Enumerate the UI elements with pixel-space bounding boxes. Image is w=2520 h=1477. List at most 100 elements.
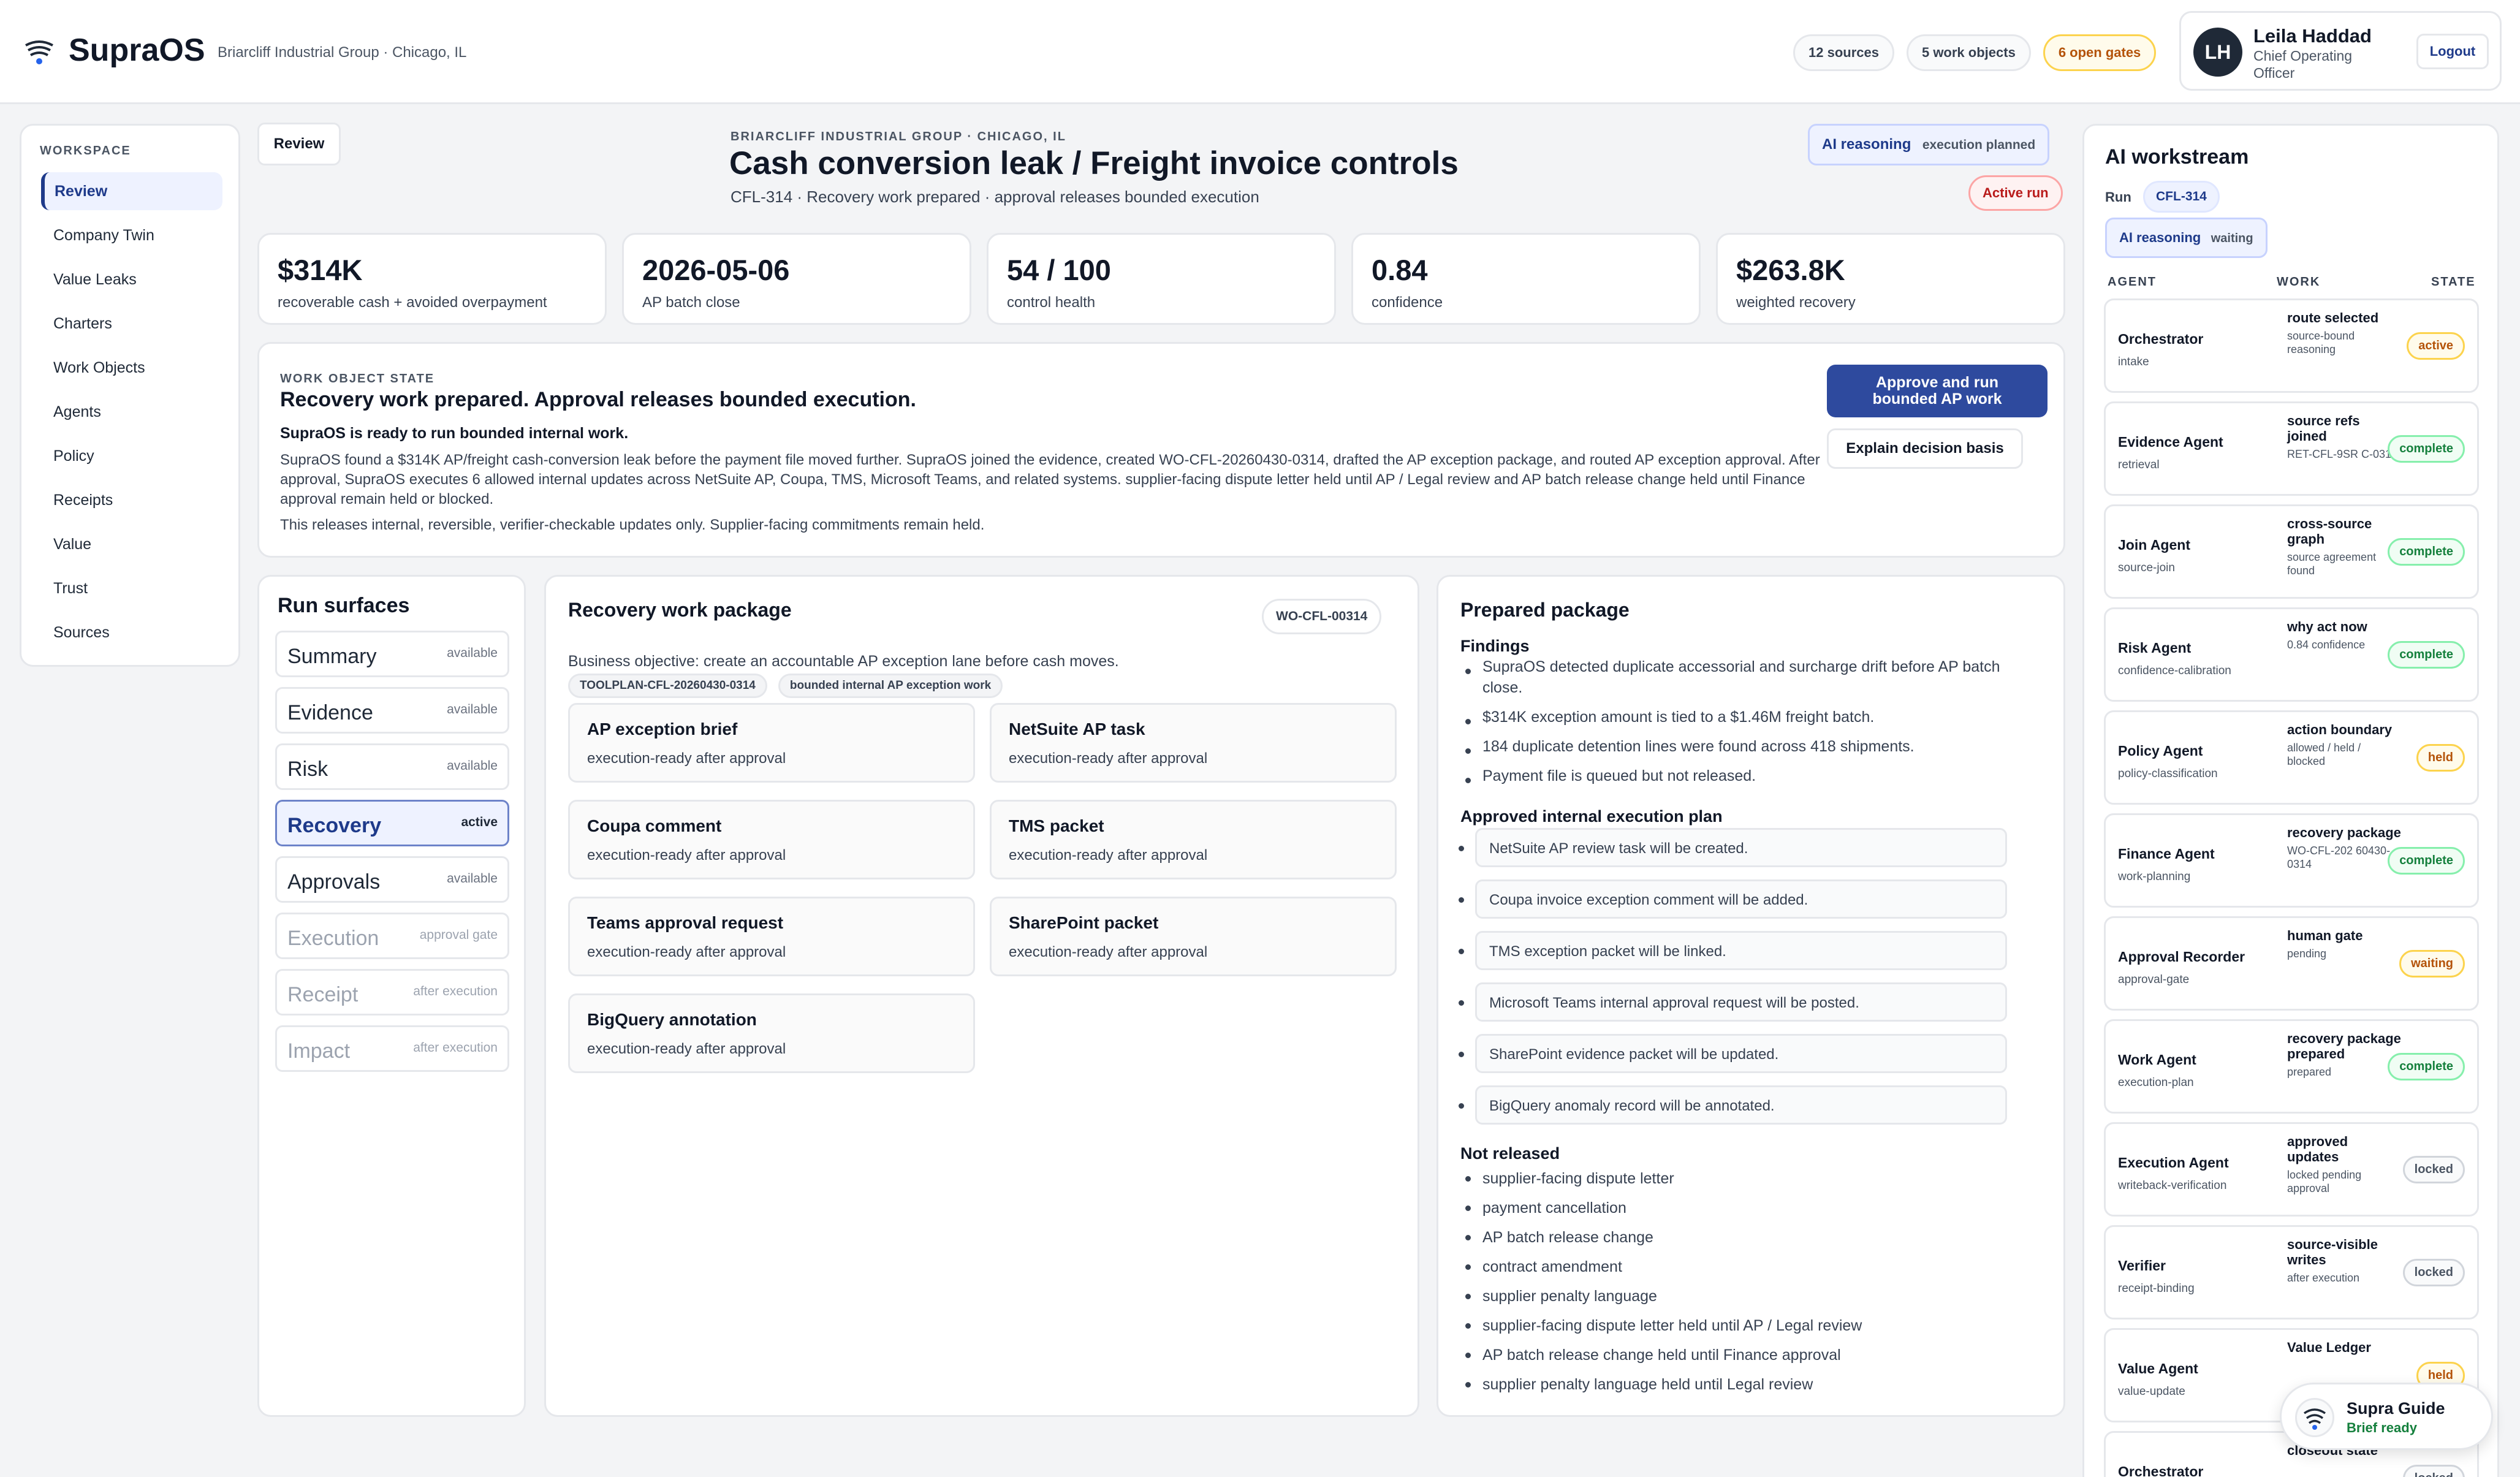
agent-work-title: action boundary [2287, 722, 2393, 737]
finding-item: $314K exception amount is tied to a $1.4… [1460, 707, 2043, 727]
approve-run-button[interactable]: Approve and run bounded AP work [1827, 365, 2048, 417]
package-tile[interactable]: Coupa comment execution-ready after appro… [568, 800, 975, 879]
run-id-pill[interactable]: CFL-314 [2143, 181, 2220, 213]
workstream-ai-pill[interactable]: AI reasoning waiting [2105, 218, 2268, 258]
agent-work: recovery package WO-CFL-202 60430-0314 [2287, 825, 2401, 871]
not-released-item: AP batch release change [1460, 1223, 2043, 1252]
surface-recovery[interactable]: Recovery active [275, 800, 509, 846]
agent-role: source-join [2118, 561, 2175, 574]
tile-status: execution-ready after approval [587, 1041, 786, 1057]
sources-pill[interactable]: 12 sources [1793, 34, 1894, 71]
package-tags: TOOLPLAN-CFL-20260430-0314 bounded inter… [568, 674, 1003, 698]
package-tile[interactable]: NetSuite AP task execution-ready after ap… [990, 703, 1397, 783]
supra-guide-status: Brief ready [2347, 1420, 2417, 1435]
agent-work-title: why act now [2287, 619, 2367, 634]
agent-work: why act now 0.84 confidence [2287, 619, 2401, 651]
sidebar-item-agents[interactable]: Agents [41, 393, 222, 431]
logout-button[interactable]: Logout [2416, 34, 2489, 69]
tile-status: execution-ready after approval [1009, 944, 1208, 960]
agent-name: Orchestrator [2118, 331, 2204, 347]
package-tile[interactable]: Teams approval request execution-ready af… [568, 897, 975, 976]
agent-row[interactable]: Policy Agent policy-classification action … [2104, 710, 2479, 805]
agent-row[interactable]: Evidence Agent retrieval source refs joine… [2104, 401, 2479, 496]
findings-list: SupraOS detected duplicate accessorial a… [1460, 656, 2043, 786]
kpi-value: $314K [278, 254, 363, 286]
agent-state-badge: held [2416, 744, 2465, 772]
surface-approvals[interactable]: Approvals available [275, 856, 509, 903]
kpi-label: confidence [1372, 294, 1443, 311]
kpi-card: 0.84 confidence [1351, 233, 1701, 325]
agent-row[interactable]: Finance Agent work-planning recovery packa… [2104, 813, 2479, 908]
agent-work: Value Ledger [2287, 1340, 2401, 1359]
explain-decision-button[interactable]: Explain decision basis [1827, 428, 2023, 469]
agent-row[interactable]: Execution Agent writeback-verification app… [2104, 1122, 2479, 1217]
kpi-label: AP batch close [642, 294, 740, 311]
agent-row[interactable]: Risk Agent confidence-calibration why act … [2104, 607, 2479, 702]
tile-title: NetSuite AP task [1009, 720, 1145, 738]
supra-guide-icon [2295, 1398, 2334, 1437]
agent-name: Approval Recorder [2118, 949, 2245, 965]
sidebar-item-review[interactable]: Review [41, 172, 222, 210]
surface-execution[interactable]: Execution approval gate [275, 913, 509, 959]
sidebar-item-charters[interactable]: Charters [41, 305, 222, 343]
agent-work-title: cross-source graph [2287, 516, 2372, 547]
review-button[interactable]: Review [257, 123, 341, 165]
tile-title: SharePoint packet [1009, 913, 1159, 932]
state-headline: Recovery work prepared. Approval release… [280, 388, 916, 411]
surface-impact[interactable]: Impact after execution [275, 1025, 509, 1072]
agent-work: route selected source-bound reasoning [2287, 310, 2401, 356]
plan-item: BigQuery anomaly record will be annotate… [1459, 1085, 2007, 1125]
agent-role: writeback-verification [2118, 1179, 2227, 1192]
package-tile[interactable]: SharePoint packet execution-ready after a… [990, 897, 1397, 976]
surface-summary[interactable]: Summary available [275, 631, 509, 677]
recovery-work-package: Recovery work package WO-CFL-00314 Busin… [544, 575, 1419, 1417]
state-body: SupraOS found a $314K AP/freight cash-co… [280, 452, 1820, 507]
agent-work-title: route selected [2287, 310, 2379, 325]
kpi-value: $263.8K [1736, 254, 1845, 286]
sidebar-item-receipts[interactable]: Receipts [41, 481, 222, 519]
sidebar-item-work-objects[interactable]: Work Objects [41, 349, 222, 387]
surface-receipt[interactable]: Receipt after execution [275, 969, 509, 1016]
surface-name: Summary [287, 645, 377, 668]
agent-row[interactable]: Verifier receipt-binding source-visible wr… [2104, 1225, 2479, 1319]
agent-work-title: recovery package [2287, 825, 2401, 840]
col-header-work: WORK [2277, 275, 2321, 289]
agent-row[interactable]: Approval Recorder approval-gate human gate… [2104, 916, 2479, 1011]
surface-risk[interactable]: Risk available [275, 743, 509, 790]
open-gates-pill[interactable]: 6 open gates [2043, 34, 2157, 71]
agent-row[interactable]: Join Agent source-join cross-source graph s… [2104, 504, 2479, 599]
sidebar-item-policy[interactable]: Policy [41, 437, 222, 475]
package-tile[interactable]: BigQuery annotation execution-ready after… [568, 993, 975, 1073]
plan-item: TMS exception packet will be linked. [1459, 931, 2007, 970]
agent-work-detail: allowed / held / blocked [2287, 742, 2361, 767]
agent-row[interactable]: Work Agent execution-plan recovery package… [2104, 1019, 2479, 1114]
brand-name[interactable]: SupraOS [69, 32, 205, 69]
col-header-state: STATE [2431, 275, 2476, 289]
surface-status: available [447, 646, 498, 660]
agent-row[interactable]: Orchestrator intake route selected source-b… [2104, 298, 2479, 393]
supra-guide-title: Supra Guide [2347, 1399, 2445, 1418]
package-tile[interactable]: AP exception brief execution-ready after … [568, 703, 975, 783]
sidebar-item-trust[interactable]: Trust [41, 569, 222, 607]
sidebar-item-value-leaks[interactable]: Value Leaks [41, 260, 222, 298]
agent-name: Orchestrator [2118, 1464, 2204, 1477]
workstream-ai-label: AI reasoning [2119, 230, 2201, 245]
not-released-item: AP batch release change held until Finan… [1460, 1340, 2043, 1370]
sidebar-item-sources[interactable]: Sources [41, 613, 222, 651]
surface-name: Impact [287, 1039, 351, 1063]
sidebar-item-company-twin[interactable]: Company Twin [41, 216, 222, 254]
not-released-item: payment cancellation [1460, 1193, 2043, 1223]
ai-reasoning-pill[interactable]: AI reasoning execution planned [1808, 124, 2050, 165]
kpi-card: 2026-05-06 AP batch close [622, 233, 971, 325]
work-objects-pill[interactable]: 5 work objects [1906, 34, 2031, 71]
supra-guide-button[interactable]: Supra Guide Brief ready [2280, 1383, 2493, 1450]
logo-icon[interactable] [23, 36, 55, 67]
surface-evidence[interactable]: Evidence available [275, 687, 509, 734]
sidebar-item-value[interactable]: Value [41, 525, 222, 563]
not-released-item: supplier penalty language held until Leg… [1460, 1370, 2043, 1399]
tile-status: execution-ready after approval [587, 750, 786, 767]
package-title: Recovery work package [568, 599, 792, 621]
package-tile[interactable]: TMS packet execution-ready after approval [990, 800, 1397, 879]
agent-name: Policy Agent [2118, 743, 2203, 759]
avatar[interactable]: LH [2193, 28, 2242, 77]
